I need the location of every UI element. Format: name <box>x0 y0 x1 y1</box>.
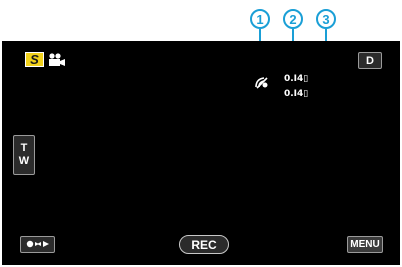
callout-3: 3 <box>316 9 336 29</box>
recording-mode-indicator[interactable]: S <box>25 52 44 67</box>
playback-switch-button[interactable] <box>20 236 55 253</box>
status-row-2: 0.I4▯ <box>284 89 309 99</box>
callout-2: 2 <box>283 9 303 29</box>
display-button[interactable]: D <box>358 52 382 69</box>
zoom-button[interactable]: T W <box>13 135 35 175</box>
zoom-tele-label: T <box>20 142 28 155</box>
callout-1: 1 <box>250 9 270 29</box>
movie-camera-icon <box>48 53 66 72</box>
camera-screen: S D 0.I4▯ 0.I4▯ T W REC MENU <box>2 41 400 265</box>
status-row-1: 0.I4▯ <box>284 74 309 84</box>
menu-button[interactable]: MENU <box>347 236 383 253</box>
gps-satellite-icon <box>254 75 270 94</box>
zoom-wide-label: W <box>18 155 30 167</box>
rec-button[interactable]: REC <box>179 235 229 254</box>
record-playback-switch-icon <box>25 236 51 254</box>
